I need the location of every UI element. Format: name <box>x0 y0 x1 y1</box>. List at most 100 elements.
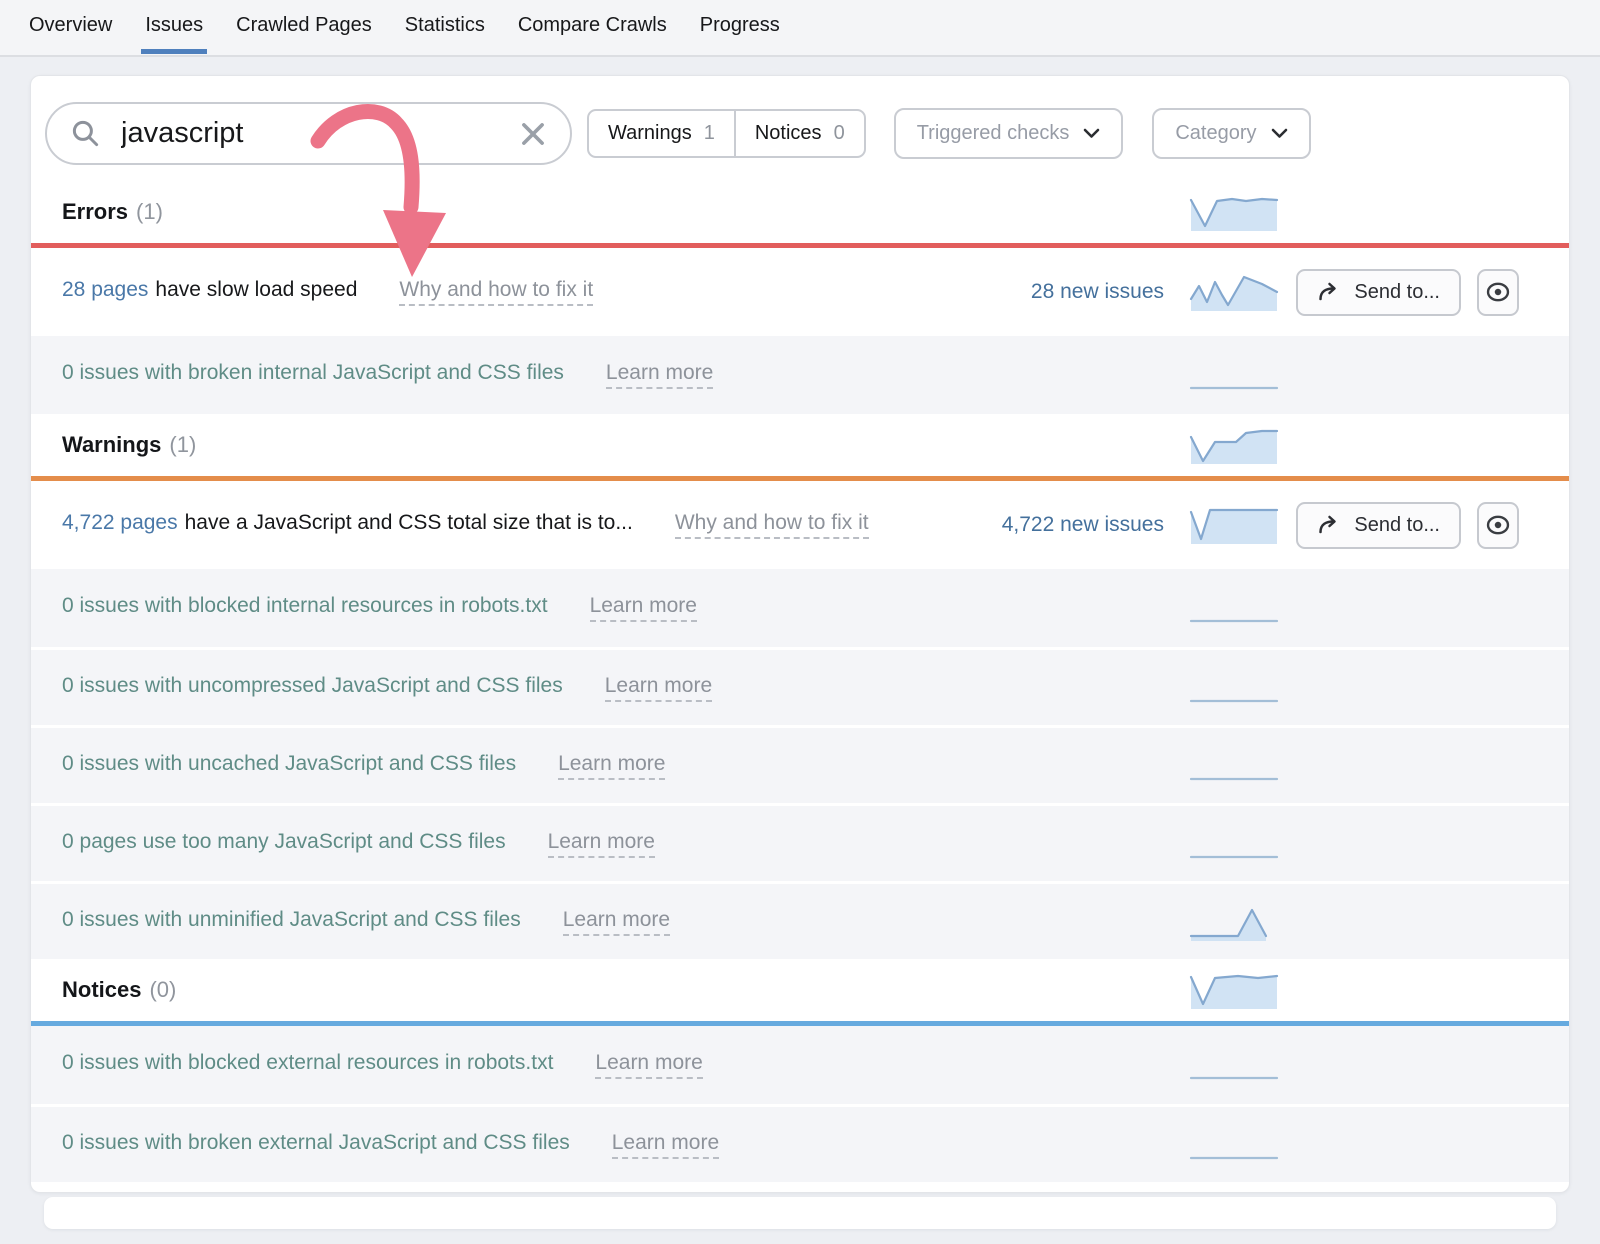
zero-issue-row: 0 issues with blocked internal resources… <box>31 569 1569 647</box>
learn-more-link[interactable]: Learn more <box>590 594 697 622</box>
tab-overview[interactable]: Overview <box>27 14 114 54</box>
why-how-to-fix-link[interactable]: Why and how to fix it <box>675 511 869 539</box>
search-input[interactable] <box>119 116 520 151</box>
search-icon <box>71 119 101 149</box>
row-actions: Send to... <box>1301 269 1519 316</box>
issue-row-main: 0 issues with blocked internal resources… <box>62 594 986 622</box>
learn-more-link[interactable]: Learn more <box>548 830 655 858</box>
issue-row: 4,722 pages have a JavaScript and CSS tot… <box>31 481 1569 569</box>
issue-pages-link[interactable]: 28 pages <box>62 278 148 302</box>
sparkline-cell <box>1188 969 1280 1011</box>
trend-sparkline <box>1188 745 1280 787</box>
sparkline-cell <box>1188 191 1280 233</box>
new-issues-link[interactable]: 28 new issues <box>1031 280 1164 303</box>
new-issues-cell: 4,722 new issues <box>986 513 1164 537</box>
hide-issue-button[interactable] <box>1477 269 1519 316</box>
zero-issue-text: 0 issues with uncached JavaScript and CS… <box>62 752 516 776</box>
zero-issue-text: 0 issues with unminified JavaScript and … <box>62 908 521 932</box>
zero-issue-text: 0 issues with broken external JavaScript… <box>62 1131 570 1155</box>
zero-issue-row: 0 issues with unminified JavaScript and … <box>31 881 1569 959</box>
trend-sparkline <box>1188 271 1280 313</box>
row-actions: Send to... <box>1301 502 1519 549</box>
zero-issue-text: 0 issues with broken internal JavaScript… <box>62 361 564 385</box>
section-header-warnings: Warnings (1) <box>31 414 1569 476</box>
filter-notices[interactable]: Notices 0 <box>734 111 864 156</box>
search-box[interactable] <box>45 102 572 165</box>
learn-more-link[interactable]: Learn more <box>606 361 713 389</box>
send-to-label: Send to... <box>1354 514 1440 537</box>
section-header-errors: Errors (1) <box>31 181 1569 243</box>
sparkline-cell <box>1188 1044 1280 1086</box>
tab-issues[interactable]: Issues <box>143 14 205 54</box>
zero-issue-text: 0 issues with blocked external resources… <box>62 1051 553 1075</box>
sparkline-cell <box>1188 667 1280 709</box>
clear-search-icon[interactable] <box>520 121 546 147</box>
category-label: Category <box>1175 122 1256 145</box>
trend-sparkline <box>1188 424 1280 466</box>
sparkline-cell <box>1188 745 1280 787</box>
section-header-notices: Notices(0) <box>31 959 1569 1021</box>
filters-toolbar: Warnings 1 Notices 0 Triggered checks Ca… <box>31 76 1569 181</box>
filter-warnings[interactable]: Warnings 1 <box>589 111 734 156</box>
zero-issue-text: 0 issues with blocked internal resources… <box>62 594 548 618</box>
issue-row-main: 0 issues with blocked external resources… <box>62 1051 986 1079</box>
section-header-spacer: Errors (1) <box>62 199 986 225</box>
issue-row-text: have a JavaScript and CSS total size tha… <box>185 511 633 535</box>
trend-sparkline <box>1188 901 1280 943</box>
chevron-down-icon <box>1083 122 1100 145</box>
issue-pages-link[interactable]: 4,722 pages <box>62 511 178 535</box>
tab-crawled-pages[interactable]: Crawled Pages <box>234 14 374 54</box>
category-dropdown[interactable]: Category <box>1152 108 1310 159</box>
section-count: (0) <box>149 977 176 1003</box>
filter-notices-count: 0 <box>834 122 845 145</box>
zero-issue-row: 0 issues with blocked external resources… <box>31 1026 1569 1104</box>
learn-more-link[interactable]: Learn more <box>605 674 712 702</box>
issue-row-main: 0 issues with uncompressed JavaScript an… <box>62 674 986 702</box>
issues-panel: Warnings 1 Notices 0 Triggered checks Ca… <box>30 75 1570 1193</box>
send-to-button[interactable]: Send to... <box>1296 502 1461 549</box>
sparkline-cell <box>1188 424 1280 466</box>
zero-issue-text: 0 pages use too many JavaScript and CSS … <box>62 830 506 854</box>
triggered-checks-label: Triggered checks <box>917 122 1070 145</box>
trend-sparkline <box>1188 1044 1280 1086</box>
trend-sparkline <box>1188 667 1280 709</box>
bottom-scroll-strip[interactable] <box>44 1197 1556 1229</box>
new-issues-link[interactable]: 4,722 new issues <box>1002 513 1164 536</box>
issue-row-main: 0 issues with uncached JavaScript and CS… <box>62 752 986 780</box>
sparkline-cell <box>1188 823 1280 865</box>
section-title: Errors <box>62 199 128 225</box>
issue-row-main: 0 issues with broken external JavaScript… <box>62 1131 986 1159</box>
tab-compare-crawls[interactable]: Compare Crawls <box>516 14 669 54</box>
section-count: (1) <box>136 199 163 225</box>
hide-issue-button[interactable] <box>1477 502 1519 549</box>
zero-issue-row: 0 issues with broken internal JavaScript… <box>31 336 1569 414</box>
issues-list: Errors (1) 28 pageshave slow load speedWhy… <box>31 181 1569 1182</box>
send-to-label: Send to... <box>1354 281 1440 304</box>
why-how-to-fix-link[interactable]: Why and how to fix it <box>399 278 593 306</box>
trend-sparkline <box>1188 823 1280 865</box>
trend-sparkline <box>1188 354 1280 396</box>
severity-filter: Warnings 1 Notices 0 <box>587 109 866 158</box>
sparkline-cell <box>1188 504 1280 546</box>
section-count: (1) <box>169 432 196 458</box>
issue-row: 28 pageshave slow load speedWhy and how … <box>31 248 1569 336</box>
learn-more-link[interactable]: Learn more <box>563 908 670 936</box>
sparkline-cell <box>1188 271 1280 313</box>
eye-icon <box>1485 512 1511 538</box>
learn-more-link[interactable]: Learn more <box>595 1051 702 1079</box>
tab-statistics[interactable]: Statistics <box>403 14 487 54</box>
triggered-checks-dropdown[interactable]: Triggered checks <box>894 108 1124 159</box>
zero-issue-row: 0 issues with broken external JavaScript… <box>31 1104 1569 1182</box>
zero-issue-text: 0 issues with uncompressed JavaScript an… <box>62 674 563 698</box>
zero-issue-row: 0 pages use too many JavaScript and CSS … <box>31 803 1569 881</box>
send-to-button[interactable]: Send to... <box>1296 269 1461 316</box>
section-header-spacer: Notices(0) <box>62 977 986 1003</box>
learn-more-link[interactable]: Learn more <box>612 1131 719 1159</box>
tab-progress[interactable]: Progress <box>698 14 782 54</box>
filter-warnings-count: 1 <box>704 122 715 145</box>
filter-warnings-label: Warnings <box>608 122 692 145</box>
sparkline-cell <box>1188 1124 1280 1166</box>
section-title: Warnings <box>62 432 161 458</box>
learn-more-link[interactable]: Learn more <box>558 752 665 780</box>
zero-issue-row: 0 issues with uncompressed JavaScript an… <box>31 647 1569 725</box>
